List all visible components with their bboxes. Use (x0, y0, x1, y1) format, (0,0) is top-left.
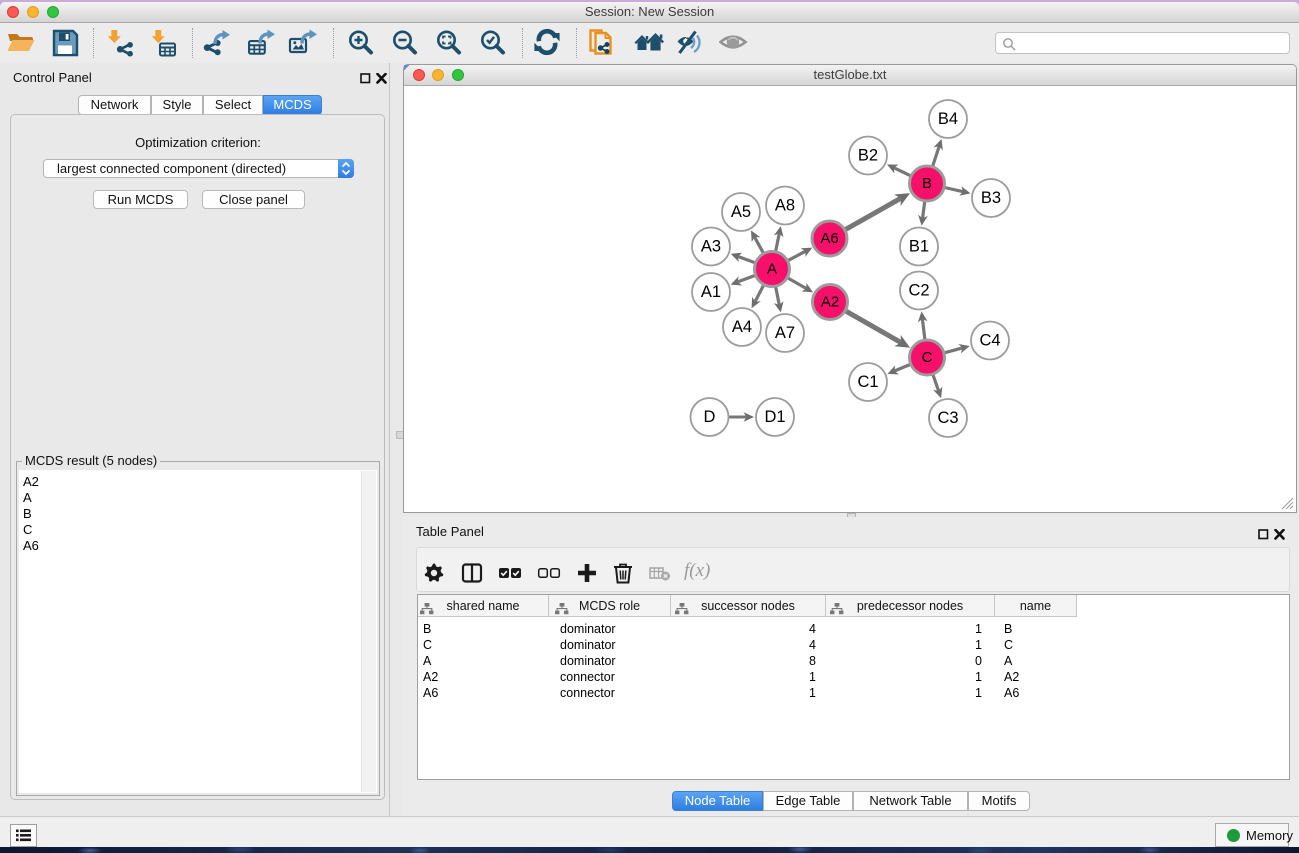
svg-text:A: A (767, 261, 777, 278)
svg-text:D1: D1 (764, 408, 785, 426)
svg-text:A1: A1 (701, 283, 721, 301)
svg-text:C3: C3 (937, 409, 958, 427)
svg-text:B: B (922, 175, 932, 192)
svg-text:A5: A5 (731, 203, 751, 221)
svg-text:C4: C4 (979, 332, 1000, 350)
svg-text:C: C (922, 349, 933, 366)
svg-text:D: D (704, 408, 716, 426)
svg-text:B3: B3 (981, 189, 1001, 207)
svg-text:A3: A3 (701, 238, 721, 256)
svg-text:A6: A6 (820, 230, 838, 247)
svg-text:A7: A7 (775, 324, 795, 342)
svg-text:B2: B2 (858, 147, 878, 165)
svg-text:C1: C1 (857, 373, 878, 391)
svg-text:C2: C2 (908, 282, 929, 300)
svg-text:A2: A2 (821, 294, 839, 311)
svg-text:B1: B1 (909, 238, 929, 256)
svg-text:A4: A4 (732, 318, 752, 336)
svg-text:B4: B4 (938, 110, 958, 128)
svg-text:A8: A8 (775, 197, 795, 215)
